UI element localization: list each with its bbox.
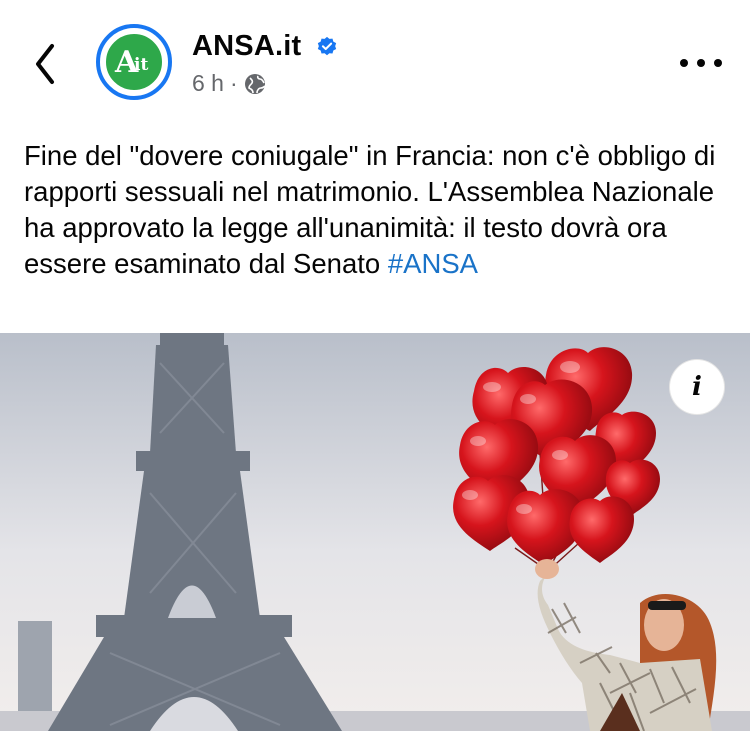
avatar[interactable]: A it (96, 24, 172, 100)
more-options-dot (697, 59, 705, 67)
more-options-dot (714, 59, 722, 67)
hashtag-link[interactable]: #ANSA (388, 248, 478, 279)
globe-icon[interactable] (244, 73, 266, 95)
more-options-icon (680, 59, 688, 67)
chevron-left-icon (36, 44, 54, 84)
post-header: A it ANSA.it 6 h · (0, 0, 750, 120)
post-photo[interactable] (0, 333, 750, 731)
ansa-logo: A it (103, 31, 165, 93)
page-name[interactable]: ANSA.it (192, 30, 301, 63)
ansa-logo-mark: A it (114, 45, 148, 80)
back-button[interactable] (28, 40, 64, 88)
info-button[interactable]: i (670, 360, 724, 414)
info-icon: i (692, 372, 702, 402)
more-options-button[interactable] (680, 52, 722, 74)
photo-illustration (0, 333, 750, 731)
post-time[interactable]: 6 h (192, 70, 224, 97)
post-meta: 6 h · (192, 70, 266, 97)
post-caption-text: Fine del "dovere coniugale" in Francia: … (24, 140, 716, 279)
post-caption: Fine del "dovere coniugale" in Francia: … (24, 138, 724, 282)
svg-text:it: it (134, 55, 148, 75)
meta-separator: · (229, 70, 238, 96)
verified-badge-icon (317, 36, 337, 56)
